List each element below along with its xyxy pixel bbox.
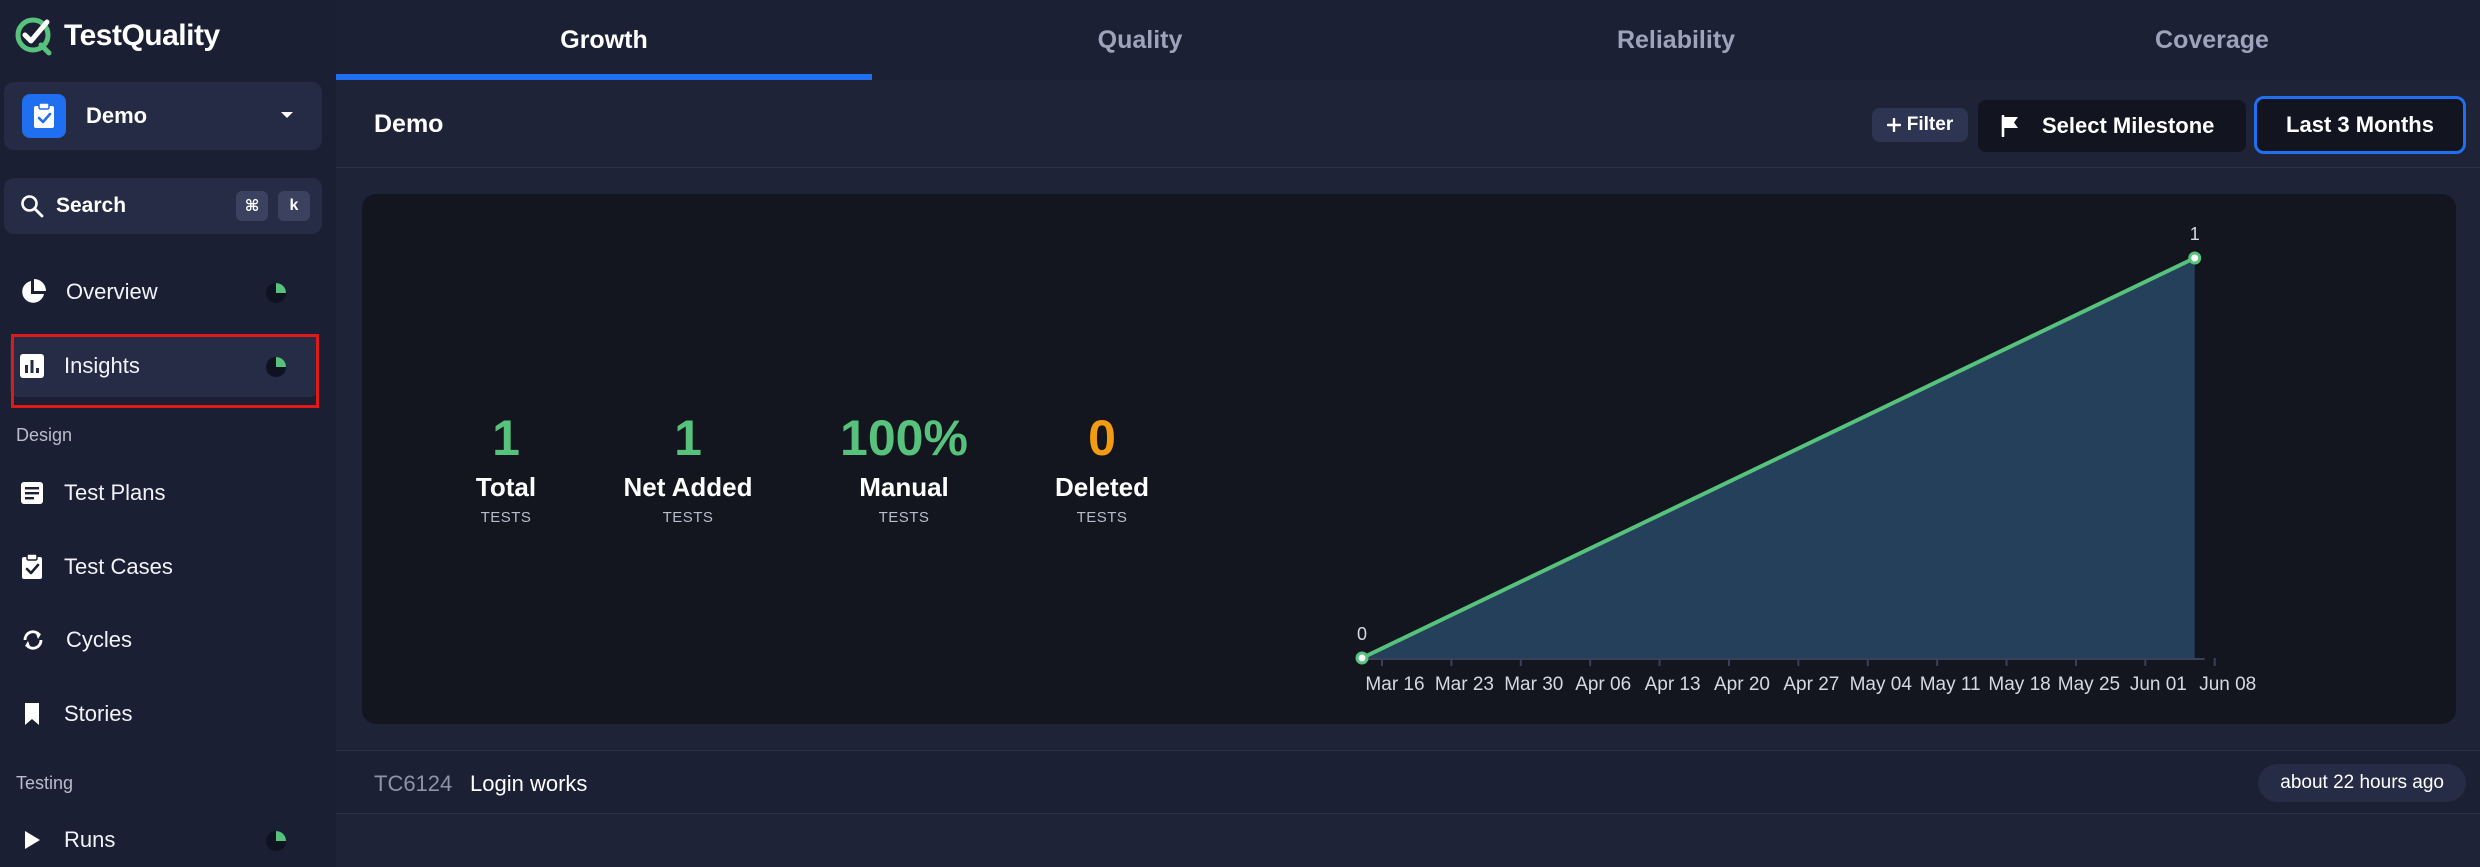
testquality-logo-icon xyxy=(15,17,52,56)
sidebar-item-overview[interactable]: Overview xyxy=(10,261,318,323)
app-logo[interactable]: TestQuality xyxy=(14,14,220,58)
growth-card: 1 Total TESTS 1 Net Added TESTS 100% Man… xyxy=(362,194,2456,724)
search-icon xyxy=(21,195,44,218)
data-point xyxy=(2188,251,2202,265)
x-tick-label: Jun 08 xyxy=(2199,674,2256,695)
timestamp-badge: about 22 hours ago xyxy=(2258,764,2466,802)
caret-down-icon xyxy=(281,112,293,118)
app-name: TestQuality xyxy=(64,19,220,52)
tab-reliability[interactable]: Reliability xyxy=(1408,0,1944,80)
sidebar: TestQuality Demo Search ⌘ k Overview Ins… xyxy=(0,0,336,867)
x-tick-label: May 18 xyxy=(1988,674,2050,695)
tab-quality[interactable]: Quality xyxy=(872,0,1408,80)
shortcut-k-key: k xyxy=(278,191,310,221)
sidebar-item-test-cases[interactable]: Test Cases xyxy=(10,536,318,598)
x-tick-label: Mar 30 xyxy=(1504,674,1563,695)
play-icon xyxy=(25,831,40,849)
flag-icon xyxy=(2001,115,2018,137)
clipboard-check-icon xyxy=(22,94,66,138)
test-case-key: TC6124 xyxy=(374,771,453,796)
x-tick-label: Jun 01 xyxy=(2130,674,2187,695)
x-tick-label: Apr 20 xyxy=(1714,674,1770,695)
page-title: Demo xyxy=(374,110,444,138)
insights-tabs: Growth Quality Reliability Coverage xyxy=(336,0,2480,80)
date-range-label: Last 3 Months xyxy=(2286,112,2434,137)
bookmark-icon xyxy=(25,703,39,725)
x-tick-label: May 04 xyxy=(1850,674,1913,695)
sidebar-item-label: Cycles xyxy=(66,627,133,652)
section-label-design: Design xyxy=(16,425,73,445)
tab-growth[interactable]: Growth xyxy=(336,0,872,80)
search-label: Search xyxy=(56,194,127,217)
sidebar-item-runs[interactable]: Runs xyxy=(10,809,318,867)
date-range-button[interactable]: Last 3 Months xyxy=(2254,96,2466,154)
selection-highlight xyxy=(11,334,319,408)
sidebar-item-label: Test Plans xyxy=(64,480,166,505)
page-header: Demo Filter Select Milestone Last 3 Mont… xyxy=(336,80,2480,168)
document-icon xyxy=(21,482,43,504)
list-item[interactable]: TC6124 Login works about 22 hours ago xyxy=(336,750,2480,814)
filter-label: Filter xyxy=(1906,114,1954,135)
cycle-arrows-icon xyxy=(23,630,43,650)
sidebar-item-test-plans[interactable]: Test Plans xyxy=(10,462,318,524)
growth-chart: Mar 16 Mar 23 Mar 30 Apr 06 Apr 13 Apr 20 Apr … xyxy=(1355,224,2256,695)
project-name: Demo xyxy=(86,103,148,128)
x-tick-label: Apr 06 xyxy=(1575,674,1631,695)
progress-indicator xyxy=(266,283,286,303)
x-tick-label: May 11 xyxy=(1920,674,1981,695)
sidebar-item-label: Test Cases xyxy=(64,554,173,579)
test-case-title[interactable]: Login works xyxy=(470,771,587,797)
plus-icon xyxy=(1886,118,1901,132)
filter-button[interactable]: Filter xyxy=(1872,108,1968,142)
sidebar-item-cycles[interactable]: Cycles xyxy=(10,609,318,671)
pie-chart-icon xyxy=(22,279,46,303)
sidebar-item-label: Overview xyxy=(66,279,158,304)
search-button[interactable]: Search ⌘ k xyxy=(4,178,322,234)
progress-indicator xyxy=(266,831,286,851)
shortcut-cmd-key: ⌘ xyxy=(236,191,268,221)
x-tick-label: Apr 27 xyxy=(1783,674,1839,695)
x-tick-label: Mar 16 xyxy=(1365,674,1424,695)
sidebar-item-stories[interactable]: Stories xyxy=(10,683,318,745)
select-milestone-button[interactable]: Select Milestone xyxy=(1978,100,2246,152)
milestone-label: Select Milestone xyxy=(2042,113,2215,138)
x-tick-label: Apr 13 xyxy=(1645,674,1701,695)
sidebar-item-label: Stories xyxy=(64,701,133,726)
data-label: 1 xyxy=(2190,224,2200,244)
section-label-testing: Testing xyxy=(16,773,74,793)
x-tick-label: Mar 23 xyxy=(1435,674,1494,695)
tab-coverage[interactable]: Coverage xyxy=(1944,0,2480,80)
data-point xyxy=(1355,651,1369,665)
sidebar-item-label: Runs xyxy=(64,827,116,852)
clipboard-check-icon xyxy=(22,554,42,579)
x-tick-label: May 25 xyxy=(2058,674,2120,695)
project-selector[interactable]: Demo xyxy=(4,82,322,150)
data-label: 0 xyxy=(1357,624,1367,644)
